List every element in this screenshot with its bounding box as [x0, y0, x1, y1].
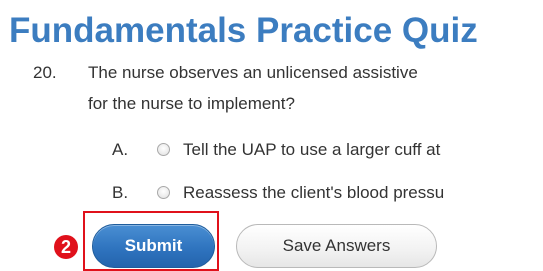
option-text[interactable]: Reassess the client's blood pressu	[183, 182, 444, 204]
question-text-line-2: for the nurse to implement?	[88, 94, 295, 113]
question-number: 20.	[33, 63, 57, 82]
radio-button[interactable]	[157, 186, 170, 199]
option-text[interactable]: Tell the UAP to use a larger cuff at	[183, 139, 440, 161]
save-answers-button[interactable]: Save Answers	[236, 224, 437, 268]
option-letter: A.	[112, 140, 129, 159]
question-text-line-1: The nurse observes an unlicensed assisti…	[88, 63, 418, 82]
radio-button[interactable]	[157, 143, 170, 156]
submit-button[interactable]: Submit	[92, 224, 215, 268]
page-title: Fundamentals Practice Quiz	[9, 11, 478, 50]
step-number-badge: 2	[54, 235, 78, 259]
option-letter: B.	[112, 183, 129, 202]
